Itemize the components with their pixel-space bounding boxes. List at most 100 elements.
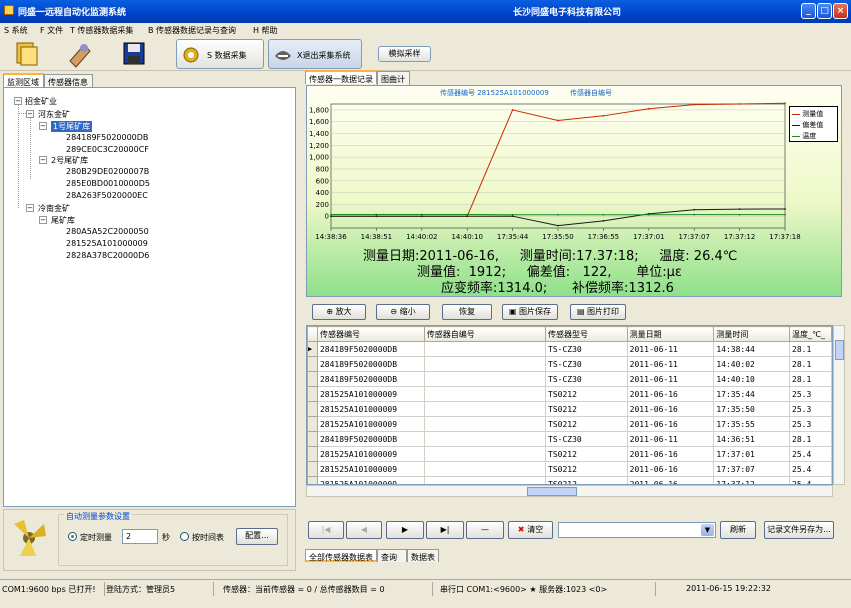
table-cell[interactable] — [423, 476, 547, 484]
menu-sensor-collect[interactable]: T 传感器数据采集 — [70, 25, 133, 36]
delete-record-button[interactable]: — — [466, 521, 504, 539]
row-indicator[interactable] — [307, 356, 318, 372]
horizontal-scrollbar[interactable] — [306, 485, 833, 497]
table-cell[interactable]: TS-CZ30 — [545, 431, 628, 447]
row-indicator[interactable] — [307, 431, 318, 447]
table-cell[interactable]: 25.4 — [789, 476, 832, 484]
menu-help[interactable]: H 帮助 — [253, 25, 278, 36]
table-cell[interactable]: 14:36:51 — [713, 431, 790, 447]
table-cell[interactable]: 28.1 — [789, 371, 832, 387]
tree-node-library-selected[interactable]: 1号尾矿库 — [51, 121, 93, 132]
maximize-button[interactable]: □ — [817, 3, 832, 19]
row-indicator[interactable]: ▶ — [307, 341, 318, 357]
table-cell[interactable]: 25.4 — [789, 461, 832, 477]
tree-node-sensor[interactable]: 281525A101000009 — [66, 239, 148, 248]
tree-expander[interactable]: − — [26, 204, 34, 212]
table-cell[interactable]: 281525A101000009 — [316, 461, 425, 477]
clear-button[interactable]: ✖ 清空 — [508, 521, 553, 539]
tab-monitor-area[interactable]: 监测区域 — [3, 73, 44, 87]
interval-input[interactable]: 2 — [122, 529, 158, 544]
table-cell[interactable]: 17:35:55 — [713, 416, 790, 432]
table-cell[interactable] — [423, 356, 547, 372]
row-indicator[interactable] — [307, 461, 318, 477]
menu-file[interactable]: F 文件 — [40, 25, 63, 36]
table-row[interactable]: 281525A101000009 TS0212 2011-06-16 17:35:55… — [307, 416, 832, 432]
tree-node-mine[interactable]: 冷南金矿 — [38, 203, 70, 214]
menu-system[interactable]: S 系统 — [4, 25, 28, 36]
table-row[interactable]: 281525A101000009 TS0212 2011-06-16 17:37:12… — [307, 476, 832, 484]
table-cell[interactable]: 2011-06-16 — [626, 401, 715, 417]
tab-sensor-record[interactable]: 传感器一数据记录 — [305, 70, 377, 84]
table-row[interactable]: 284189F5020000DB TS-CZ30 2011-06-11 14:40:1… — [307, 371, 832, 387]
tree-expander[interactable]: − — [39, 216, 47, 224]
table-cell[interactable]: 17:37:12 — [713, 476, 790, 484]
table-cell[interactable] — [423, 401, 547, 417]
schedule-radio[interactable] — [180, 532, 189, 541]
table-cell[interactable]: TS0212 — [545, 476, 628, 484]
table-cell[interactable]: TS0212 — [545, 401, 628, 417]
table-cell[interactable]: TS-CZ30 — [545, 371, 628, 387]
table-cell[interactable] — [423, 461, 547, 477]
table-row[interactable]: 281525A101000009 TS0212 2011-06-16 17:35:44… — [307, 386, 832, 402]
data-collect-button[interactable]: S 数据采集 — [176, 39, 264, 69]
last-record-button[interactable]: ▶| — [426, 521, 464, 539]
table-cell[interactable]: 14:40:10 — [713, 371, 790, 387]
table-cell[interactable]: 2011-06-16 — [626, 461, 715, 477]
table-row[interactable]: 281525A101000009 TS0212 2011-06-16 17:37:01… — [307, 446, 832, 462]
table-cell[interactable]: 281525A101000009 — [316, 401, 425, 417]
table-cell[interactable]: 25.3 — [789, 416, 832, 432]
row-indicator[interactable] — [307, 416, 318, 432]
tab-all-sensor-data[interactable]: 全部传感器数据表 — [305, 549, 377, 562]
table-cell[interactable]: 17:35:44 — [713, 386, 790, 402]
table-cell[interactable]: 2011-06-11 — [626, 356, 715, 372]
tree-node-sensor[interactable]: 28A263F5020000EC — [66, 191, 148, 200]
col-temperature[interactable]: 温度_℃_ — [789, 326, 832, 342]
row-indicator[interactable] — [307, 446, 318, 462]
table-row[interactable]: ▶ 284189F5020000DB TS-CZ30 2011-06-11 14:38:… — [307, 341, 832, 357]
col-sensor-id[interactable]: 传感器编号 — [316, 326, 425, 342]
table-cell[interactable]: 25.4 — [789, 446, 832, 462]
table-row[interactable]: 281525A101000009 TS0212 2011-06-16 17:35:50… — [307, 401, 832, 417]
table-cell[interactable] — [423, 341, 547, 357]
table-cell[interactable]: 2011-06-11 — [626, 431, 715, 447]
row-indicator[interactable] — [307, 371, 318, 387]
table-cell[interactable]: 28.1 — [789, 431, 832, 447]
table-row[interactable]: 281525A101000009 TS0212 2011-06-16 17:37:07… — [307, 461, 832, 477]
timed-radio[interactable] — [68, 532, 77, 541]
save-disk-icon[interactable] — [118, 39, 150, 69]
tree-node-sensor[interactable]: 284189F5020000DB — [66, 133, 148, 142]
table-cell[interactable]: 281525A101000009 — [316, 386, 425, 402]
col-self-id[interactable]: 传感器自编号 — [423, 326, 547, 342]
table-cell[interactable]: 284189F5020000DB — [316, 356, 425, 372]
table-cell[interactable]: 2011-06-16 — [626, 476, 715, 484]
menu-sensor-records[interactable]: B 传感器数据记录与查询 — [148, 25, 236, 36]
table-cell[interactable]: 28.1 — [789, 356, 832, 372]
chevron-down-icon[interactable]: ▼ — [701, 524, 714, 536]
tab-sensor-info[interactable]: 传感器信息 — [44, 74, 93, 88]
simulate-sample-button[interactable]: 模拟采样 — [378, 46, 431, 62]
tab-data-table[interactable]: 数据表 — [407, 549, 439, 562]
scroll-thumb[interactable] — [527, 487, 577, 496]
table-cell[interactable]: 284189F5020000DB — [316, 371, 425, 387]
close-button[interactable]: × — [833, 3, 848, 19]
tree-expander[interactable]: − — [39, 122, 47, 130]
save-image-button[interactable]: ▣ 图片保存 — [502, 304, 558, 320]
row-indicator[interactable] — [307, 476, 318, 484]
table-cell[interactable]: TS-CZ30 — [545, 356, 628, 372]
open-folder-icon[interactable] — [10, 39, 42, 69]
table-cell[interactable]: 2011-06-11 — [626, 341, 715, 357]
col-time[interactable]: 测量时间 — [713, 326, 790, 342]
first-record-button[interactable]: |◀ — [308, 521, 344, 539]
minimize-button[interactable]: _ — [801, 3, 816, 19]
tree-expander[interactable]: − — [14, 97, 22, 105]
refresh-button[interactable]: 刷新 — [720, 521, 756, 539]
table-cell[interactable]: 17:37:01 — [713, 446, 790, 462]
tree-node-library[interactable]: 2号尾矿库 — [51, 155, 88, 166]
table-cell[interactable] — [423, 386, 547, 402]
tree-node-sensor[interactable]: 2828A378C20000D6 — [66, 251, 149, 260]
table-cell[interactable]: 14:38:44 — [713, 341, 790, 357]
zoom-in-button[interactable]: ⊕ 放大 — [312, 304, 366, 320]
tree-node-mine[interactable]: 河东金矿 — [38, 109, 70, 120]
vertical-scrollbar[interactable] — [833, 325, 845, 485]
zoom-out-button[interactable]: ⊖ 缩小 — [376, 304, 430, 320]
